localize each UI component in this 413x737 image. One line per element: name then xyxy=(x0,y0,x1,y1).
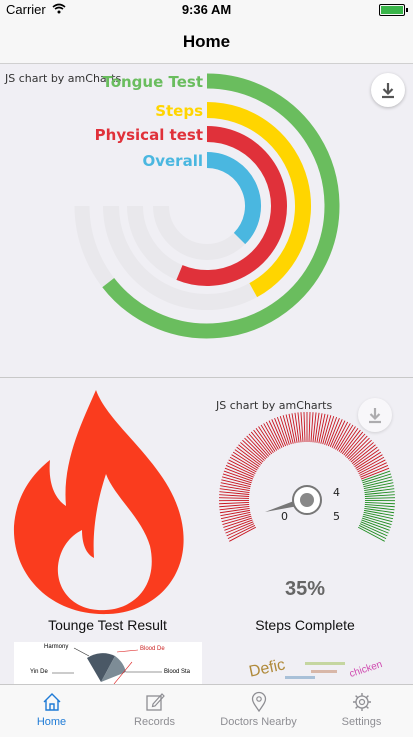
cloud-word: Defic xyxy=(248,656,287,681)
gauge-value: 35% xyxy=(250,578,360,601)
gauge-tick xyxy=(365,504,395,506)
status-bar: Carrier 9:36 AM xyxy=(0,0,413,20)
radial-bar-chart: Tongue Test Steps Physical test Overall xyxy=(0,64,413,377)
radial-label: Tongue Test xyxy=(102,73,203,91)
tab-home[interactable]: Home xyxy=(0,685,103,737)
gauge-tick xyxy=(220,486,250,491)
tongue-result-thumbnail[interactable]: Harmony Blood De Yin De Blood Sta xyxy=(14,642,202,684)
page-title: Home xyxy=(183,32,230,51)
gear-icon xyxy=(351,691,373,713)
tab-label: Home xyxy=(0,716,103,728)
tab-records[interactable]: Records xyxy=(103,685,206,737)
cloud-word: chicken xyxy=(348,659,384,680)
tab-settings[interactable]: Settings xyxy=(310,685,413,737)
gauge-tick xyxy=(225,522,253,533)
gauge-tick xyxy=(358,527,384,541)
gauge-tick xyxy=(365,502,395,503)
tab-label: Doctors Nearby xyxy=(207,716,310,728)
gauge-tick xyxy=(330,419,342,446)
radial-bar-overall xyxy=(207,160,253,239)
gauge-tick xyxy=(361,522,389,533)
tab-label: Records xyxy=(103,716,206,728)
flame-icon xyxy=(12,386,202,618)
word-cloud-thumbnail[interactable]: Defic chicken xyxy=(215,650,405,684)
gauge-tick xyxy=(219,495,249,497)
gauge-tick xyxy=(309,412,310,442)
location-pin-icon xyxy=(248,691,270,713)
gauge-tick xyxy=(360,465,388,477)
thumb-label: Yin De xyxy=(30,669,48,675)
thumb-label: Blood Sta xyxy=(164,669,190,675)
gauge-tick-label: 5 xyxy=(333,510,340,523)
tab-doctors-nearby[interactable]: Doctors Nearby xyxy=(207,685,310,737)
gauge-tick xyxy=(365,495,395,497)
thumb-label: Blood De xyxy=(140,646,165,652)
gauge-tick xyxy=(226,465,254,477)
gauge-tick xyxy=(219,504,249,506)
steps-caption: Steps Complete xyxy=(210,617,400,633)
thumb-label: Harmony xyxy=(44,644,68,650)
clock: 9:36 AM xyxy=(0,2,413,17)
nav-bar: Home xyxy=(0,20,413,64)
radial-label: Physical test xyxy=(95,126,203,144)
gauge-chart: 0 4 5 xyxy=(215,410,405,560)
pie-thumbnail xyxy=(14,642,202,684)
gauge-tick xyxy=(365,498,395,499)
battery-icon xyxy=(379,4,405,16)
gauge-tick-label: 4 xyxy=(333,486,340,499)
gauge-tick xyxy=(364,486,394,491)
records-icon xyxy=(144,691,166,713)
gauge-hub-center xyxy=(300,493,314,507)
gauge-tick xyxy=(219,502,249,503)
gauge-tick xyxy=(219,498,249,499)
tab-label: Settings xyxy=(310,716,413,728)
tongue-test-caption: Tounge Test Result xyxy=(10,617,205,633)
home-icon xyxy=(41,691,63,713)
gauge-tick xyxy=(272,419,284,446)
gauge-tick-label: 0 xyxy=(281,510,288,523)
radial-label: Overall xyxy=(142,152,203,170)
tab-bar: Home Records Doctors Nearby Settings xyxy=(0,684,413,737)
gauge-tick xyxy=(301,412,303,442)
gauge-tick xyxy=(229,527,255,541)
radial-label: Steps xyxy=(155,102,203,120)
gauge-tick xyxy=(311,412,313,442)
gauge-tick xyxy=(304,412,305,442)
